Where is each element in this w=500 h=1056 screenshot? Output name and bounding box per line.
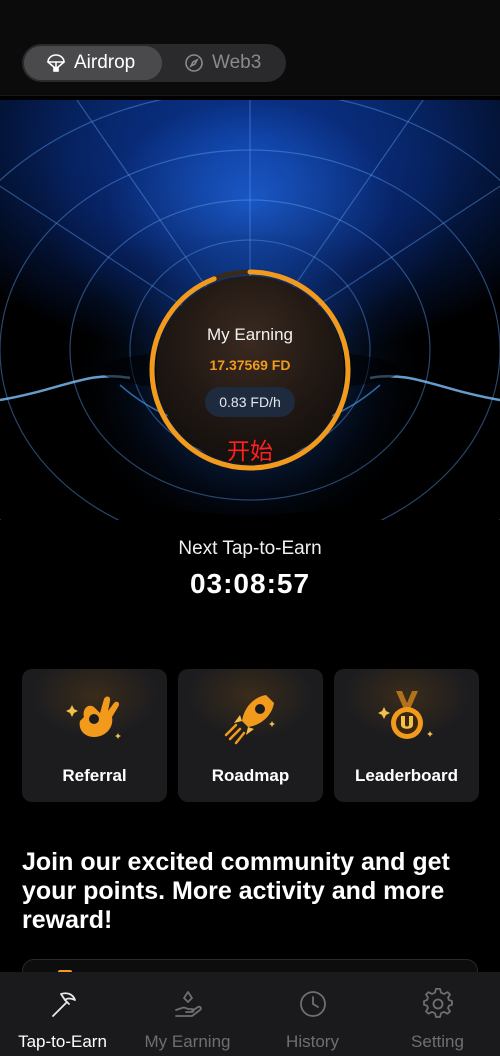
earning-title: My Earning — [207, 325, 293, 344]
clock-icon — [300, 991, 326, 1017]
airdrop-web3-switch: Airdrop Web3 — [22, 44, 286, 82]
leaderboard-card[interactable]: Leaderboard — [334, 669, 479, 802]
parachute-icon — [47, 54, 65, 72]
nav-setting[interactable]: Setting — [375, 972, 500, 1056]
earning-hero: My Earning 17.37569 FD 0.83 FD/h 开始 — [0, 100, 500, 520]
roadmap-card[interactable]: Roadmap — [178, 669, 323, 802]
rocket-icon — [224, 695, 275, 745]
start-button[interactable]: 开始 — [150, 432, 350, 466]
compass-icon — [185, 54, 203, 72]
community-promo-text: Join our excited community and get your … — [22, 848, 450, 934]
earning-amount: 17.37569 FD — [209, 357, 291, 373]
nav-history-label: History — [286, 1032, 339, 1051]
tab-airdrop[interactable]: Airdrop — [24, 46, 162, 80]
nav-tap-to-earn-label: Tap-to-Earn — [18, 1032, 107, 1051]
medal-icon — [378, 691, 433, 739]
nav-history[interactable]: History — [250, 972, 375, 1056]
ok-hand-icon — [66, 696, 121, 739]
next-tap-label: Next Tap-to-Earn — [178, 538, 322, 559]
countdown-timer: 03:08:57 — [189, 568, 311, 599]
leaderboard-label: Leaderboard — [355, 766, 458, 785]
pickaxe-icon — [52, 992, 76, 1017]
hand-coin-icon — [175, 991, 202, 1017]
earning-rate-badge: 0.83 FD/h — [205, 387, 295, 417]
roadmap-label: Roadmap — [211, 766, 290, 785]
referral-card[interactable]: Referral — [22, 669, 167, 802]
nav-setting-label: Setting — [411, 1032, 464, 1051]
tab-web3-label: Web3 — [212, 52, 262, 73]
bottom-nav: Tap-to-Earn My Earning History Setting — [0, 972, 500, 1056]
nav-my-earning[interactable]: My Earning — [125, 972, 250, 1056]
top-bar: Airdrop Web3 — [0, 0, 500, 96]
referral-label: Referral — [62, 766, 127, 785]
gear-icon — [423, 988, 453, 1018]
nav-my-earning-label: My Earning — [144, 1032, 231, 1051]
tab-airdrop-label: Airdrop — [74, 52, 136, 73]
nav-tap-to-earn[interactable]: Tap-to-Earn — [0, 972, 125, 1056]
tab-web3[interactable]: Web3 — [162, 46, 284, 80]
